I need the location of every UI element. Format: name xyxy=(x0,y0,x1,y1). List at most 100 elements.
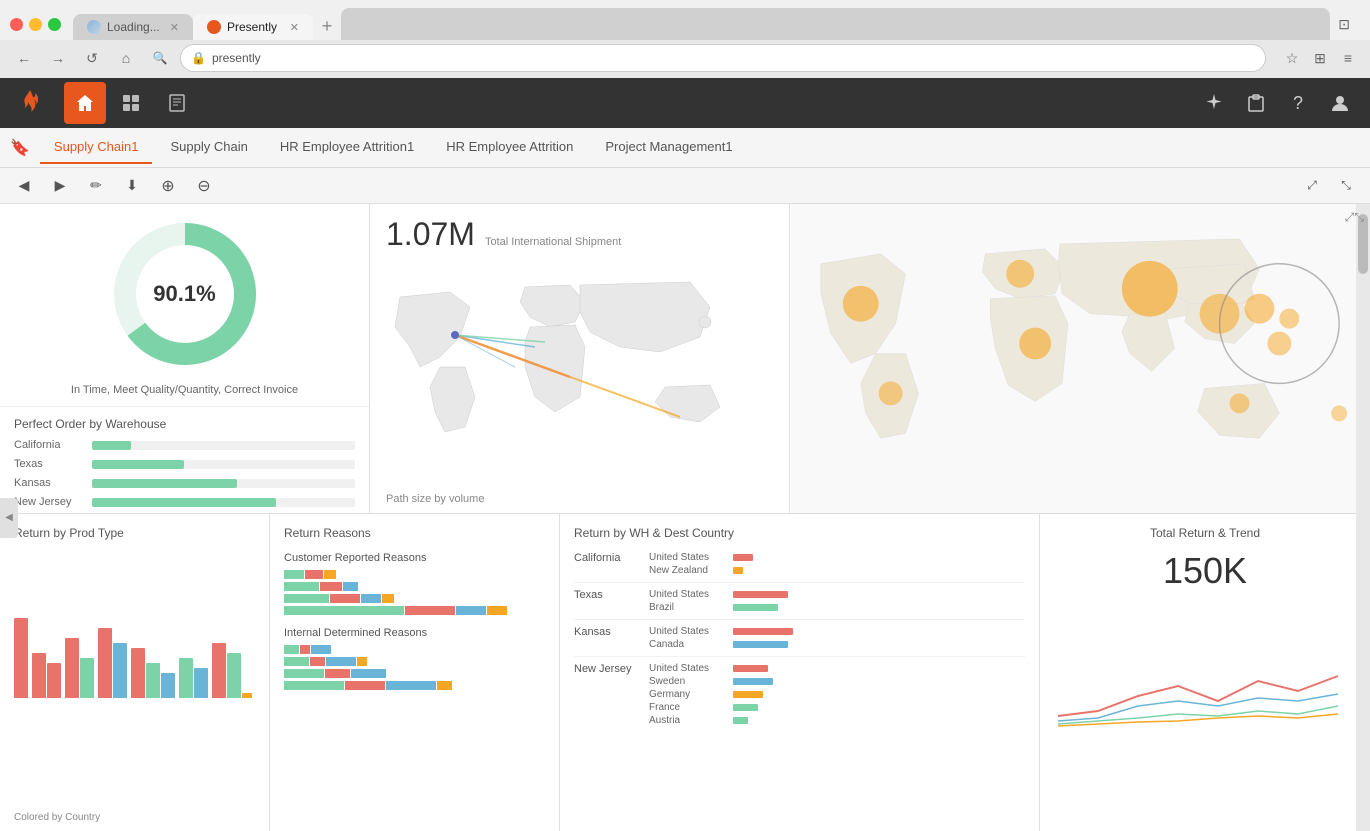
return-prod-title: Return by Prod Type xyxy=(0,514,269,548)
maximize-button[interactable] xyxy=(48,18,61,31)
warehouse-label: California xyxy=(14,439,84,451)
trend-chart xyxy=(1040,598,1370,831)
scrollbar-track[interactable] xyxy=(1356,204,1370,831)
browser-nav: ← → ↺ ⌂ 🔍 🔒 presently ☆ ⊞ ≡ xyxy=(0,40,1370,78)
total-return-panel: Total Return & Trend 150K xyxy=(1040,514,1370,831)
traffic-lights xyxy=(10,18,61,31)
warehouse-bar-container xyxy=(92,460,355,469)
shipment-map xyxy=(370,257,789,489)
top-panels-row: 90.1% In Time, Meet Quality/Quantity, Co… xyxy=(0,204,1370,514)
browser-tabs: Loading... ✕ Presently ✕ + xyxy=(73,8,1330,40)
world-bubble-panel: ⤢⤡ xyxy=(790,204,1370,513)
minimize-button[interactable] xyxy=(29,18,42,31)
return-wh-table: California United States New Zealand xyxy=(560,548,1039,730)
fullscreen-exit-button[interactable]: ⤡ xyxy=(1332,172,1360,200)
wh-row-california: California United States New Zealand xyxy=(574,552,1025,583)
loading-icon xyxy=(87,20,101,34)
browser-tab-loading[interactable]: Loading... ✕ xyxy=(73,14,193,40)
close-button[interactable] xyxy=(10,18,23,31)
help-button[interactable]: ? xyxy=(1280,85,1316,121)
close-tab-loading[interactable]: ✕ xyxy=(170,21,179,34)
warehouse-bars: California Texas Kansas New Jersey xyxy=(14,439,355,508)
tab-hr-attrition[interactable]: HR Employee Attrition xyxy=(432,131,587,164)
left-panel-handle[interactable]: ◀ xyxy=(0,498,18,538)
shipment-value: 1.07M xyxy=(386,216,475,253)
customer-reasons-title: Customer Reported Reasons xyxy=(284,552,545,564)
browser-chrome: Loading... ✕ Presently ✕ + ⊡ ← → ↺ ⌂ 🔍 🔒… xyxy=(0,0,1370,78)
forward-button[interactable]: → xyxy=(44,44,72,72)
return-prod-panel: Return by Prod Type xyxy=(0,514,270,831)
internal-reasons-section: Internal Determined Reasons xyxy=(270,623,559,698)
extensions-button[interactable]: ⊞ xyxy=(1308,46,1332,70)
address-text: presently xyxy=(212,51,261,65)
browser-title-bar: Loading... ✕ Presently ✕ + ⊡ xyxy=(0,0,1370,40)
home-nav-button[interactable] xyxy=(64,82,106,124)
path-size-label: Path size by volume xyxy=(370,489,789,513)
toolbar-edit-button[interactable]: ✏ xyxy=(82,172,110,200)
browser-tab-presently[interactable]: Presently ✕ xyxy=(193,14,313,40)
donut-label: In Time, Meet Quality/Quantity, Correct … xyxy=(71,384,298,396)
total-return-value: 150K xyxy=(1040,544,1370,598)
refresh-button[interactable]: ↺ xyxy=(78,44,106,72)
warehouse-label: Kansas xyxy=(14,477,84,489)
book-nav-button[interactable] xyxy=(156,82,198,124)
app-bar-right: ? xyxy=(1196,85,1358,121)
home-button[interactable]: ⌂ xyxy=(112,44,140,72)
total-return-title: Total Return & Trend xyxy=(1040,514,1370,544)
warehouse-label: Texas xyxy=(14,458,84,470)
toolbar-download-button[interactable]: ⬇ xyxy=(118,172,146,200)
new-tab-button[interactable]: + xyxy=(313,12,341,40)
browser-actions: ☆ ⊞ ≡ xyxy=(1280,46,1360,70)
expand-icon[interactable]: ⤢⤡ xyxy=(1345,210,1364,225)
sparkle-button[interactable] xyxy=(1196,85,1232,121)
close-tab-presently[interactable]: ✕ xyxy=(290,21,299,34)
bookmark-star-button[interactable]: ☆ xyxy=(1280,46,1304,70)
donut-value: 90.1% xyxy=(153,281,215,307)
warehouse-bar-row: Texas xyxy=(14,458,355,470)
warehouse-bar xyxy=(92,441,131,450)
warehouse-bar-row: New Jersey xyxy=(14,496,355,508)
toolbar-zoom-in-button[interactable]: ⊕ xyxy=(154,172,182,200)
menu-button[interactable]: ≡ xyxy=(1336,46,1360,70)
customer-reasons-section: Customer Reported Reasons xyxy=(270,548,559,623)
return-wh-title: Return by WH & Dest Country xyxy=(560,514,1039,548)
back-button[interactable]: ← xyxy=(10,44,38,72)
shipment-label: Total International Shipment xyxy=(485,236,621,248)
app-nav-icons xyxy=(64,82,198,124)
wh-row-kansas: Kansas United States Canada xyxy=(574,626,1025,657)
warehouse-bar-row: Kansas xyxy=(14,477,355,489)
warehouse-bar xyxy=(92,498,276,507)
return-reasons-panel: Return Reasons Customer Reported Reasons xyxy=(270,514,560,831)
restore-window-button[interactable]: ⊡ xyxy=(1338,16,1350,33)
warehouse-bar-container xyxy=(92,498,355,507)
address-bar[interactable]: 🔒 presently xyxy=(180,44,1266,72)
user-button[interactable] xyxy=(1322,85,1358,121)
warehouse-bar xyxy=(92,460,184,469)
search-button[interactable]: 🔍 xyxy=(146,44,174,72)
return-wh-panel: Return by WH & Dest Country California U… xyxy=(560,514,1040,831)
fullscreen-button[interactable]: ⤢ xyxy=(1298,172,1326,200)
tab-supply-chain1[interactable]: Supply Chain1 xyxy=(40,131,153,164)
warehouse-panel: Perfect Order by Warehouse California Te… xyxy=(0,406,369,525)
clipboard-button[interactable] xyxy=(1238,85,1274,121)
bookmark-icon: 🔖 xyxy=(10,138,30,158)
warehouse-bar-container xyxy=(92,479,355,488)
tab-label-loading: Loading... xyxy=(107,20,160,34)
toolbar-next-button[interactable]: ▶ xyxy=(46,172,74,200)
app-bar: ? xyxy=(0,78,1370,128)
tab-hr-attrition1[interactable]: HR Employee Attrition1 xyxy=(266,131,428,164)
tab-project-mgmt[interactable]: Project Management1 xyxy=(591,131,746,164)
warehouse-title: Perfect Order by Warehouse xyxy=(14,417,355,439)
tab-supply-chain[interactable]: Supply Chain xyxy=(156,131,261,164)
warehouse-label: New Jersey xyxy=(14,496,84,508)
toolbar-zoom-out-button[interactable]: ⊖ xyxy=(190,172,218,200)
colored-by-label: Colored by Country xyxy=(0,808,269,831)
tab-label-presently: Presently xyxy=(227,20,277,34)
flame-icon xyxy=(15,88,45,118)
app-logo xyxy=(12,85,48,121)
grid-nav-button[interactable] xyxy=(110,82,152,124)
toolbar: ◀ ▶ ✏ ⬇ ⊕ ⊖ ⤢ ⤡ xyxy=(0,168,1370,204)
toolbar-prev-button[interactable]: ◀ xyxy=(10,172,38,200)
donut-panel: 90.1% In Time, Meet Quality/Quantity, Co… xyxy=(0,204,369,406)
donut-chart: 90.1% xyxy=(105,214,265,374)
